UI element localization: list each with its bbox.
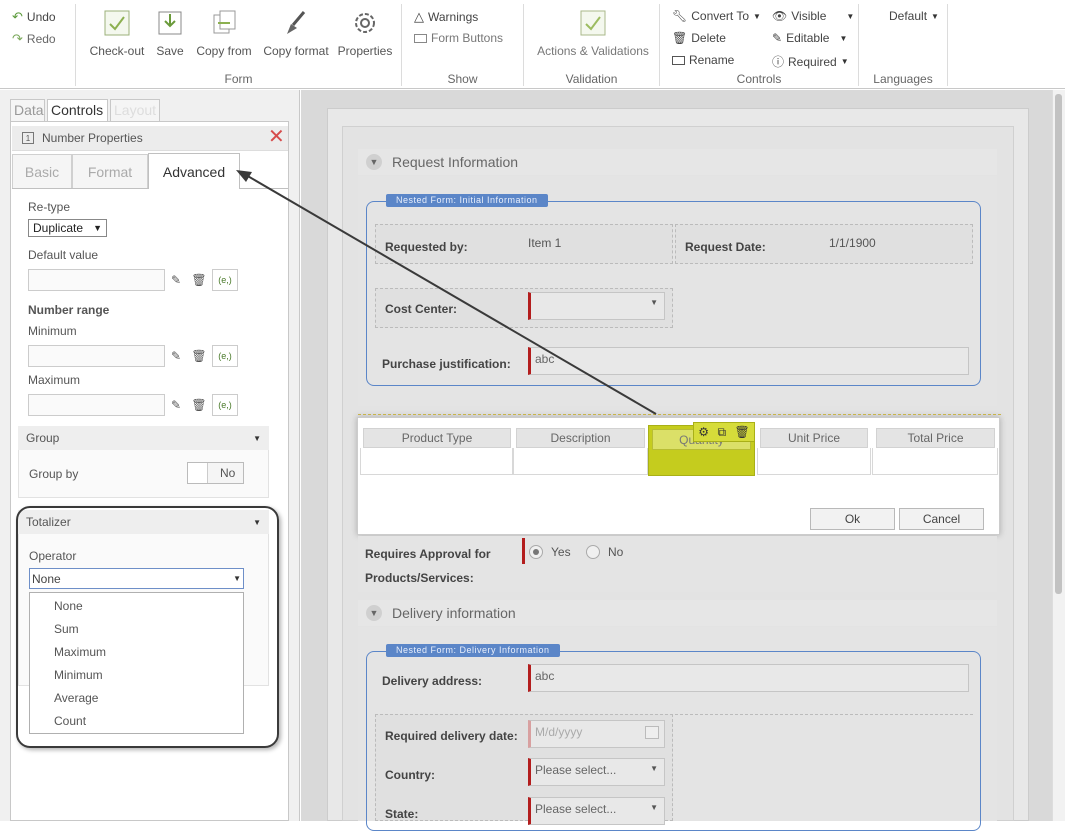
annotation-arrow (236, 170, 657, 415)
